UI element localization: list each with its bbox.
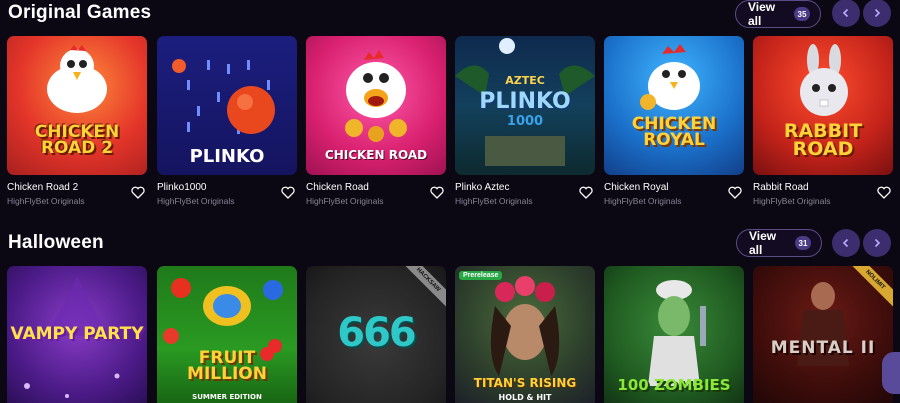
chevron-right-icon — [874, 8, 881, 18]
heart-icon[interactable] — [579, 186, 593, 199]
game-thumbnail[interactable]: CHICKEN ROAD — [306, 36, 446, 175]
game-logo-text: CHICKEN ROYAL — [631, 114, 717, 151]
game-thumbnail[interactable]: AZTEC PLINKO 1000 — [455, 36, 595, 175]
halloween-section: Halloween View all 31 VAMPY PARTY FRUIT … — [0, 228, 900, 403]
game-name: Chicken Royal — [604, 182, 669, 193]
game-thumbnail[interactable]: RABBIT ROAD — [753, 36, 893, 175]
game-logo-text: RABBIT ROAD — [783, 120, 863, 161]
game-provider: HighFlyBet Originals — [7, 196, 85, 206]
chicken-art — [640, 44, 700, 110]
game-provider: HighFlyBet Originals — [306, 196, 384, 206]
rabbit-art — [800, 44, 848, 116]
game-name: Chicken Road 2 — [7, 182, 79, 193]
heart-icon[interactable] — [281, 186, 295, 199]
next-button[interactable] — [863, 229, 891, 257]
prerelease-badge: Prerelease — [459, 271, 503, 280]
game-logo-text: 100 ZOMBIES — [617, 376, 731, 394]
view-all-button[interactable]: View all 31 — [736, 229, 822, 257]
game-card[interactable]: RABBIT ROAD Rabbit Road HighFlyBet Origi… — [753, 36, 893, 206]
heart-icon[interactable] — [728, 186, 742, 199]
provider-ribbon: HACKSAW — [395, 266, 446, 313]
game-thumbnail[interactable]: VAMPY PARTY — [7, 266, 147, 403]
game-card[interactable]: PLINKO Plinko1000 HighFlyBet Originals — [157, 36, 297, 206]
game-logo-text: VAMPY PARTY — [10, 324, 144, 344]
count-badge: 31 — [794, 236, 811, 250]
game-card[interactable]: 666 HACKSAW — [306, 266, 446, 403]
game-thumbnail[interactable]: CHICKEN ROAD 2 — [7, 36, 147, 175]
plinko-pegs-art — [172, 59, 275, 134]
next-button[interactable] — [863, 0, 891, 27]
prev-button[interactable] — [832, 229, 860, 257]
view-all-button[interactable]: View all 35 — [735, 0, 821, 28]
game-name: Chicken Road — [306, 182, 369, 193]
game-logo-text: CHICKEN ROAD 2 — [34, 122, 120, 159]
heart-icon[interactable] — [877, 186, 891, 199]
game-card[interactable]: CHICKEN ROAD 2 Chicken Road 2 HighFlyBet… — [7, 36, 147, 206]
game-name: Plinko1000 — [157, 182, 207, 193]
game-logo-sub: 1000 — [506, 114, 544, 129]
game-logo-top: AZTEC — [505, 74, 545, 87]
game-logo-text: MENTAL II — [770, 338, 876, 358]
game-thumbnail[interactable]: 100 ZOMBIES — [604, 266, 744, 403]
game-card[interactable]: FRUIT MILLION SUMMER EDITION — [157, 266, 297, 403]
game-logo-sub: HOLD & HIT — [498, 393, 552, 402]
game-provider: HighFlyBet Originals — [157, 196, 235, 206]
game-name: Plinko Aztec — [455, 182, 510, 193]
game-card[interactable]: CHICKEN ROAD Chicken Road HighFlyBet Ori… — [306, 36, 446, 206]
view-all-label: View all — [748, 0, 776, 28]
game-thumbnail[interactable]: Prerelease TITAN'S RISING HOLD & HIT — [455, 266, 595, 403]
game-provider: HighFlyBet Originals — [753, 196, 831, 206]
game-thumbnail[interactable]: CHICKEN ROYAL — [604, 36, 744, 175]
prev-button[interactable] — [832, 0, 860, 27]
section-title: Halloween — [8, 232, 104, 253]
game-provider: HighFlyBet Originals — [604, 196, 682, 206]
game-thumbnail[interactable]: PLINKO — [157, 36, 297, 175]
game-provider: HighFlyBet Originals — [455, 196, 533, 206]
game-logo-sub: SUMMER EDITION — [192, 393, 262, 401]
game-card[interactable]: AZTEC PLINKO 1000 Plinko Aztec HighFlyBe… — [455, 36, 595, 206]
support-chat-widget[interactable] — [882, 352, 900, 394]
figure-art — [797, 282, 849, 366]
game-card[interactable]: VAMPY PARTY — [7, 266, 147, 403]
game-thumbnail[interactable]: 666 HACKSAW — [306, 266, 446, 403]
chicken-art — [47, 45, 107, 113]
game-name: Rabbit Road — [753, 182, 809, 193]
original-games-section: Original Games View all 35 CHICKEN ROAD … — [0, 0, 900, 228]
chevron-right-icon — [874, 238, 881, 248]
heart-icon[interactable] — [430, 186, 444, 199]
game-logo-text: PLINKO — [189, 146, 265, 167]
chevron-left-icon — [842, 238, 849, 248]
game-thumbnail[interactable]: FRUIT MILLION SUMMER EDITION — [157, 266, 297, 403]
game-card[interactable]: MENTAL II NOLIMIT — [753, 266, 893, 403]
heart-icon[interactable] — [131, 186, 145, 199]
game-logo-text: PLINKO — [479, 89, 571, 114]
chicken-art — [345, 50, 407, 142]
game-thumbnail[interactable]: MENTAL II NOLIMIT — [753, 266, 893, 403]
game-card[interactable]: Prerelease TITAN'S RISING HOLD & HIT — [455, 266, 595, 403]
game-card[interactable]: CHICKEN ROYAL Chicken Royal HighFlyBet O… — [604, 36, 744, 206]
game-logo-text: CHICKEN ROAD — [324, 148, 428, 162]
game-card[interactable]: 100 ZOMBIES — [604, 266, 744, 403]
game-logo-text: 666 — [337, 310, 417, 356]
view-all-label: View all — [749, 229, 777, 257]
count-badge: 35 — [793, 7, 810, 21]
chevron-left-icon — [842, 8, 849, 18]
game-logo-text: TITAN'S RISING — [473, 376, 577, 390]
game-logo-text: FRUIT MILLION — [187, 348, 267, 385]
section-title: Original Games — [8, 2, 152, 23]
